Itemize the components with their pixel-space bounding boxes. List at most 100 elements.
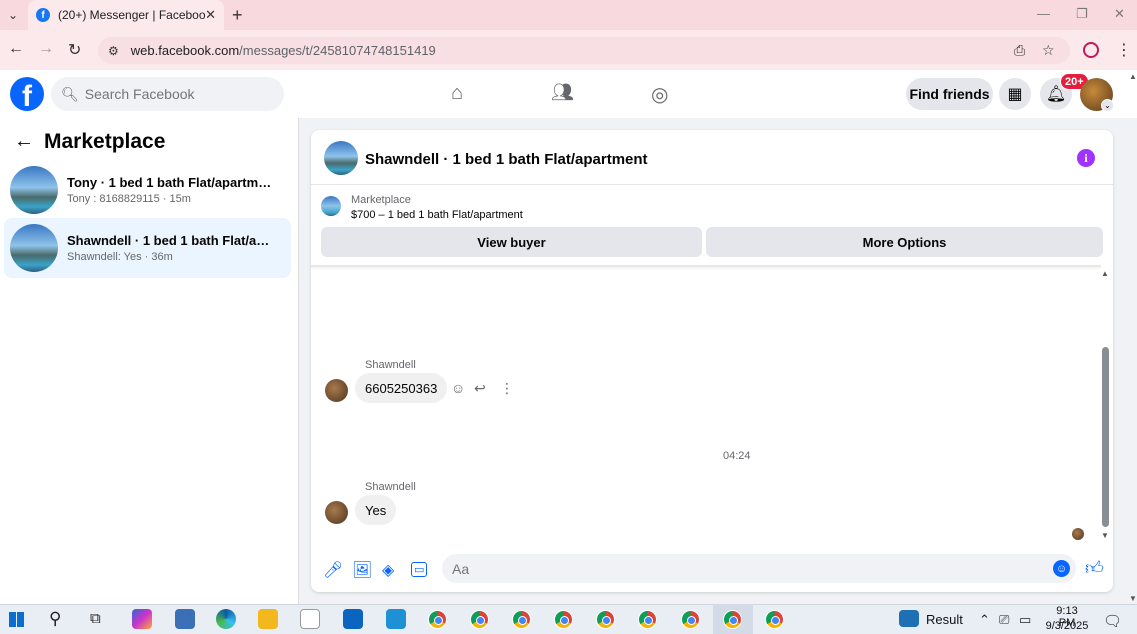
browser-menu-icon[interactable]: ⋮ bbox=[1116, 40, 1132, 60]
chat-listing-thumbnail[interactable] bbox=[324, 141, 358, 175]
chrome-icon[interactable] bbox=[723, 610, 742, 629]
tray-chevron-up-icon[interactable]: ⌃ bbox=[979, 612, 990, 628]
copilot-icon[interactable] bbox=[132, 609, 152, 629]
edge-icon[interactable] bbox=[216, 609, 236, 629]
weather-icon[interactable] bbox=[899, 610, 919, 627]
windows-start-icon[interactable] bbox=[9, 612, 24, 627]
clock-date[interactable]: 9/3/2025 bbox=[1044, 620, 1090, 632]
outlook-icon[interactable] bbox=[343, 609, 363, 629]
tab-search-chevron-icon[interactable]: ⌄ bbox=[4, 6, 22, 24]
taskbar-app-icon[interactable] bbox=[175, 609, 195, 629]
weather-label[interactable]: Result bbox=[926, 612, 963, 627]
sidebar-title: Marketplace bbox=[44, 130, 166, 153]
thumbs-up-icon[interactable]: 👍︎ bbox=[1085, 557, 1104, 579]
thread-name: Tony · 1 bed 1 bath Flat/apartment bbox=[67, 175, 277, 190]
reply-icon[interactable]: ↩ bbox=[474, 380, 486, 397]
tab-close-icon[interactable]: ✕ bbox=[205, 7, 216, 23]
page-scroll-down-icon[interactable]: ▼ bbox=[1129, 594, 1137, 603]
site-info-icon[interactable]: ⚙ bbox=[108, 44, 119, 58]
microphone-icon[interactable]: 🎤︎ bbox=[323, 560, 343, 580]
window-close-icon[interactable]: ✕ bbox=[1114, 6, 1125, 22]
react-emoji-icon[interactable]: ☺ bbox=[451, 380, 465, 396]
install-app-icon[interactable]: ⎙ bbox=[1014, 42, 1025, 59]
chrome-icon[interactable] bbox=[554, 610, 573, 629]
chrome-icon[interactable] bbox=[596, 610, 615, 629]
chat-title[interactable]: Shawndell · 1 bed 1 bath Flat/apartment bbox=[365, 151, 648, 168]
browser-profile-icon[interactable] bbox=[1083, 42, 1099, 58]
thread-preview: Shawndell: Yes · 36m bbox=[67, 251, 173, 263]
taskbar-search-icon[interactable]: ⚲ bbox=[49, 609, 61, 629]
chrome-icon[interactable] bbox=[681, 610, 700, 629]
more-options-button[interactable]: More Options bbox=[706, 227, 1103, 257]
tray-network-icon[interactable]: ⎚ bbox=[999, 612, 1009, 628]
thread-preview: Tony : 8168829115 · 15m bbox=[67, 193, 191, 205]
task-view-icon[interactable]: ⧉ bbox=[90, 610, 101, 627]
menu-grid-icon[interactable]: ▦ bbox=[999, 78, 1031, 110]
view-buyer-button[interactable]: View buyer bbox=[321, 227, 702, 257]
listing-thumbnail bbox=[10, 166, 58, 214]
thread-item-tony[interactable]: Tony · 1 bed 1 bath Flat/apartment Tony … bbox=[4, 160, 291, 220]
back-icon[interactable]: ← bbox=[8, 40, 24, 58]
chevron-down-icon[interactable]: ⌄ bbox=[1101, 99, 1114, 112]
listing-price-title[interactable]: $700 – 1 bed 1 bath Flat/apartment bbox=[351, 209, 523, 221]
page-scroll-up-icon[interactable]: ▲ bbox=[1129, 72, 1137, 81]
minimize-icon[interactable]: — bbox=[1037, 6, 1050, 21]
chrome-icon[interactable] bbox=[638, 610, 657, 629]
message-bubble[interactable]: 6605250363 bbox=[355, 373, 448, 403]
message-bubble[interactable]: Yes bbox=[355, 495, 397, 525]
tray-display-icon[interactable]: ▭ bbox=[1019, 612, 1031, 628]
home-icon[interactable]: ⌂ bbox=[451, 82, 463, 105]
tab-title: (20+) Messenger | Facebook bbox=[58, 8, 206, 22]
facebook-search[interactable]: 🔍︎ bbox=[51, 77, 284, 111]
message-input[interactable] bbox=[452, 560, 1032, 577]
notification-center-icon[interactable]: 🗨︎ bbox=[1103, 612, 1122, 630]
file-explorer-icon[interactable] bbox=[258, 609, 278, 629]
marketplace-listing-thumbnail[interactable] bbox=[321, 196, 341, 216]
info-icon[interactable]: i bbox=[1077, 149, 1095, 167]
taskbar-app-icon[interactable] bbox=[386, 609, 406, 629]
sender-avatar[interactable] bbox=[325, 501, 348, 524]
forward-icon[interactable]: → bbox=[38, 40, 54, 58]
thread-name: Shawndell · 1 bed 1 bath Flat/apartment bbox=[67, 233, 277, 248]
chrome-icon[interactable] bbox=[470, 610, 489, 629]
groups-icon[interactable]: ◎ bbox=[651, 82, 668, 107]
thread-item-shawndell[interactable]: Shawndell · 1 bed 1 bath Flat/apartment … bbox=[4, 218, 291, 278]
chrome-icon[interactable] bbox=[512, 610, 531, 629]
browser-tab[interactable]: f (20+) Messenger | Facebook ✕ bbox=[28, 0, 224, 30]
gif-icon[interactable]: ▭ bbox=[411, 562, 428, 577]
chat-scrollbar-thumb[interactable] bbox=[1102, 347, 1109, 527]
back-arrow-icon[interactable]: ← bbox=[14, 130, 34, 153]
marketplace-label: Marketplace bbox=[351, 194, 411, 206]
scroll-up-icon[interactable]: ▲ bbox=[1101, 269, 1109, 278]
emoji-icon[interactable]: ☺ bbox=[1053, 560, 1070, 577]
seen-by-avatar bbox=[1072, 528, 1084, 540]
facebook-logo-icon[interactable]: f bbox=[10, 77, 44, 113]
page-scrollbar[interactable] bbox=[1128, 70, 1137, 604]
more-actions-icon[interactable]: ⋮ bbox=[500, 380, 514, 397]
facebook-favicon-icon: f bbox=[36, 8, 50, 22]
chat-panel bbox=[311, 130, 1113, 592]
chat-divider bbox=[311, 265, 1101, 267]
search-input[interactable] bbox=[84, 86, 275, 102]
reload-icon[interactable]: ↻ bbox=[68, 40, 81, 60]
restore-icon[interactable]: ❐ bbox=[1076, 6, 1088, 22]
chrome-icon[interactable] bbox=[765, 610, 784, 629]
sender-avatar[interactable] bbox=[325, 379, 348, 402]
bookmark-star-icon[interactable]: ☆ bbox=[1042, 42, 1055, 59]
friends-icon[interactable]: 👥︎ bbox=[551, 82, 574, 103]
message-timestamp: 04:24 bbox=[723, 450, 751, 462]
new-tab-icon[interactable]: + bbox=[232, 5, 243, 26]
url-host: web.facebook.com bbox=[130, 43, 240, 58]
chrome-icon[interactable] bbox=[428, 610, 447, 629]
message-composer[interactable] bbox=[442, 554, 1076, 583]
message-sender: Shawndell bbox=[365, 481, 416, 493]
photo-icon[interactable]: 🖼︎ bbox=[352, 560, 372, 580]
sticker-icon[interactable]: ◈ bbox=[382, 560, 394, 580]
search-icon: 🔍︎ bbox=[61, 85, 79, 102]
omnibox[interactable]: ⚙ web.facebook.com/messages/t/2458107474… bbox=[98, 37, 1070, 64]
url-text: web.facebook.com/messages/t/245810747481… bbox=[131, 43, 436, 58]
find-friends-button[interactable]: Find friends bbox=[906, 78, 993, 110]
message-sender: Shawndell bbox=[365, 359, 416, 371]
microsoft-store-icon[interactable] bbox=[300, 609, 320, 629]
scroll-down-icon[interactable]: ▼ bbox=[1101, 531, 1109, 540]
